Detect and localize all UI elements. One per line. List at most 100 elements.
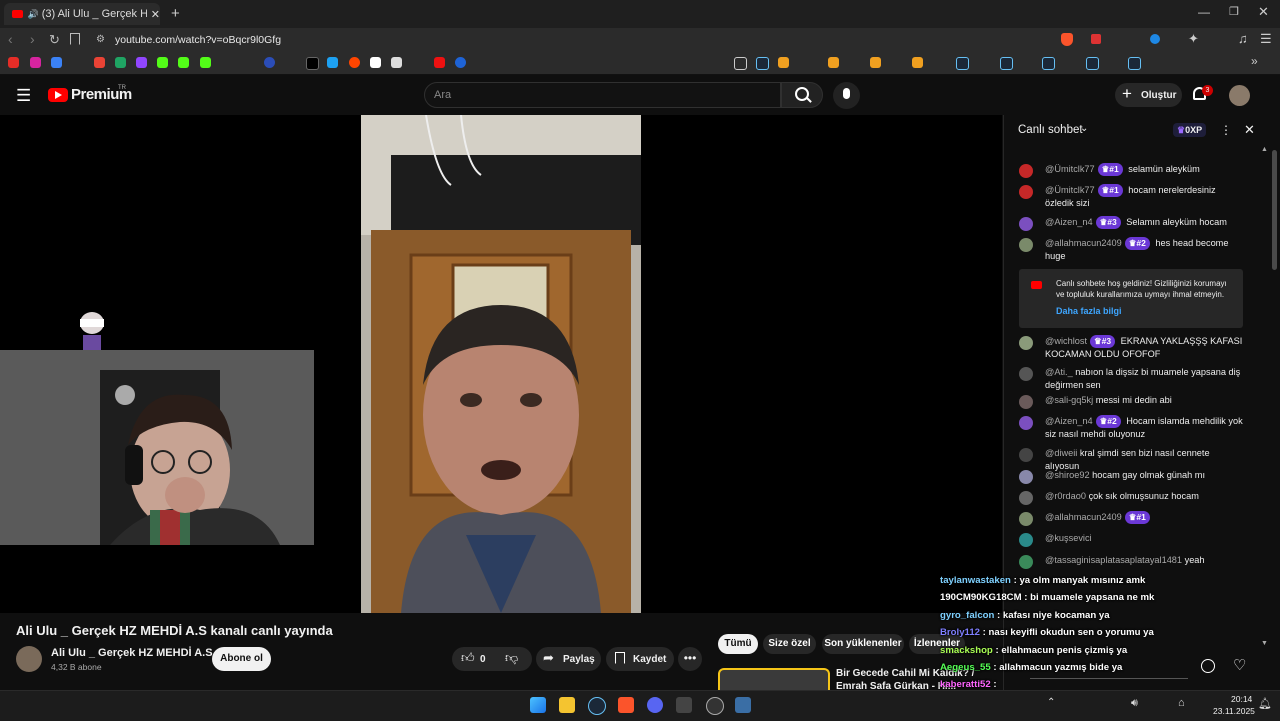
more-actions-button[interactable]: ••• — [678, 647, 702, 671]
chat-username[interactable]: @wichlost — [1045, 336, 1087, 346]
extensions-puzzle-icon[interactable]: ✦ — [1188, 31, 1199, 47]
chevron-down-icon[interactable]: ⌄ — [1080, 123, 1088, 134]
tray-chevron-icon[interactable]: ⌃ — [1047, 697, 1055, 708]
bookmark-steam-icon[interactable] — [1086, 57, 1099, 70]
chat-username[interactable]: @Ati._ — [1045, 367, 1073, 377]
obs-icon[interactable] — [706, 697, 724, 715]
bookmark-icon[interactable] — [778, 57, 789, 68]
chat-avatar[interactable] — [1019, 470, 1033, 484]
bookmark-twitch-icon[interactable] — [136, 57, 147, 68]
chat-username[interactable]: @r0rdao0 — [1045, 491, 1086, 501]
more-bookmarks-icon[interactable]: » — [1251, 54, 1258, 68]
video-frame[interactable] — [361, 115, 641, 613]
chat-avatar[interactable] — [1019, 416, 1033, 430]
bookmark-kick-icon[interactable] — [157, 57, 168, 68]
network-icon[interactable]: ⌂ — [1178, 697, 1185, 709]
bookmark-youtube-icon[interactable] — [8, 57, 19, 68]
chat-avatar[interactable] — [1019, 512, 1033, 526]
browser-tab[interactable]: 🔊 (3) Ali Ulu _ Gerçek HZ MEHDİ ✕ — [4, 3, 160, 25]
bookmark-instagram-icon[interactable] — [30, 57, 41, 68]
chat-username[interactable]: @allahmacun2409 — [1045, 512, 1122, 522]
bookmark-icon[interactable] — [327, 57, 338, 68]
bookmark-icon[interactable] — [51, 57, 62, 68]
reload-icon[interactable]: ↻ — [49, 32, 60, 48]
app-icon[interactable] — [676, 697, 692, 713]
channel-name[interactable]: Ali Ulu _ Gerçek HZ MEHDİ A.S — [51, 647, 213, 659]
chat-username[interactable]: @kuşsevici — [1045, 533, 1092, 543]
chat-title[interactable]: Canlı sohbet — [1018, 124, 1083, 136]
chat-avatar[interactable] — [1019, 533, 1033, 547]
new-tab-button[interactable]: + — [171, 5, 180, 22]
app-icon[interactable] — [735, 697, 751, 713]
chat-username[interactable]: @sali-gq5kj — [1045, 395, 1093, 405]
bookmark-icon[interactable] — [870, 57, 881, 68]
chat-avatar[interactable] — [1019, 448, 1033, 462]
bookmark-icon[interactable] — [264, 57, 275, 68]
heart-icon[interactable]: ♡ — [1233, 656, 1246, 674]
media-icon[interactable]: ♫ — [1238, 31, 1248, 46]
back-icon[interactable]: ‹ — [8, 31, 13, 47]
bookmark-icon[interactable] — [912, 57, 923, 68]
scroll-down-icon[interactable]: ▼ — [1261, 640, 1268, 647]
brave-icon[interactable] — [618, 697, 634, 713]
bookmark-amazon-icon[interactable] — [391, 57, 402, 68]
emoji-icon[interactable] — [1201, 659, 1215, 673]
chat-username[interactable]: @Aizen_n4 — [1045, 416, 1093, 426]
chat-username[interactable]: @Ümitclk77 — [1045, 164, 1095, 174]
bookmark-steam-icon[interactable] — [1042, 57, 1055, 70]
chat-avatar[interactable] — [1019, 395, 1033, 409]
avatar[interactable] — [1229, 85, 1250, 106]
url-field[interactable]: youtube.com/watch?v=oBqcr9l0Gfg — [115, 34, 281, 46]
chat-avatar[interactable] — [1019, 336, 1033, 350]
extension-blue-icon[interactable] — [1150, 34, 1160, 44]
scroll-up-icon[interactable]: ▲ — [1261, 146, 1268, 153]
bookmark-steam-icon[interactable] — [956, 57, 969, 70]
minimize-button[interactable]: — — [1198, 5, 1210, 19]
xp-badge[interactable]: ♛0XP — [1173, 123, 1207, 137]
discord-icon[interactable] — [647, 697, 663, 713]
menu-icon[interactable]: ☰ — [16, 86, 31, 106]
clock-date[interactable]: 23.11.2025 — [1213, 706, 1255, 716]
extension-red-icon[interactable] — [1091, 34, 1101, 44]
start-icon[interactable] — [530, 697, 546, 713]
close-window-button[interactable]: ✕ — [1258, 4, 1269, 20]
bookmark-kick-icon[interactable] — [200, 57, 211, 68]
chat-avatar[interactable] — [1019, 367, 1033, 381]
bookmark-folder-icon[interactable] — [734, 57, 747, 70]
chat-username[interactable]: @Ümitclk77 — [1045, 185, 1095, 195]
bookmark-steam-icon[interactable] — [1128, 57, 1141, 70]
maximize-button[interactable]: ❐ — [1229, 5, 1239, 18]
learn-more-link[interactable]: Daha fazla bilgi — [1056, 306, 1122, 316]
chat-username[interactable]: @allahmacun2409 — [1045, 238, 1122, 248]
bookmark-x-icon[interactable] — [306, 57, 319, 70]
bookmark-icon[interactable] — [434, 57, 445, 68]
chat-avatar[interactable] — [1019, 491, 1033, 505]
chat-username[interactable]: @tassaginisaplatasaplatayal1481 — [1045, 555, 1182, 565]
filter-all[interactable]: Tümü — [718, 634, 758, 654]
bookmark-kick-icon[interactable] — [178, 57, 189, 68]
chat-username[interactable]: @Aizen_n4 — [1045, 217, 1093, 227]
search-box[interactable] — [424, 82, 781, 108]
forward-icon[interactable]: › — [30, 31, 35, 47]
filter-recent[interactable]: Son yüklenenler — [822, 634, 904, 654]
chat-close-icon[interactable]: ✕ — [1244, 122, 1255, 138]
bookmark-steam-icon[interactable] — [756, 57, 769, 70]
subscribe-button[interactable]: Abone ol — [212, 647, 271, 671]
bookmark-icon[interactable] — [828, 57, 839, 68]
bookmark-reddit-icon[interactable] — [349, 57, 360, 68]
bookmark-icon[interactable] — [70, 33, 80, 45]
file-explorer-icon[interactable] — [559, 697, 575, 713]
audio-playing-icon[interactable]: 🔊 — [27, 9, 38, 20]
chat-scrollbar[interactable] — [1272, 150, 1277, 270]
browser-menu-icon[interactable]: ☰ — [1260, 31, 1272, 47]
chat-username[interactable]: @diweii — [1045, 448, 1077, 458]
bookmark-steam-icon[interactable] — [1000, 57, 1013, 70]
chat-avatar[interactable] — [1019, 238, 1033, 252]
chat-more-icon[interactable]: ⋮ — [1220, 123, 1232, 137]
site-settings-icon[interactable]: ⚙ — [96, 34, 105, 45]
chat-avatar[interactable] — [1019, 185, 1033, 199]
volume-icon[interactable]: 🔊︎ — [1131, 697, 1138, 710]
filter-for-you[interactable]: Size özel — [763, 634, 816, 654]
channel-avatar[interactable] — [16, 646, 42, 672]
tab-close-icon[interactable]: ✕ — [151, 8, 160, 21]
